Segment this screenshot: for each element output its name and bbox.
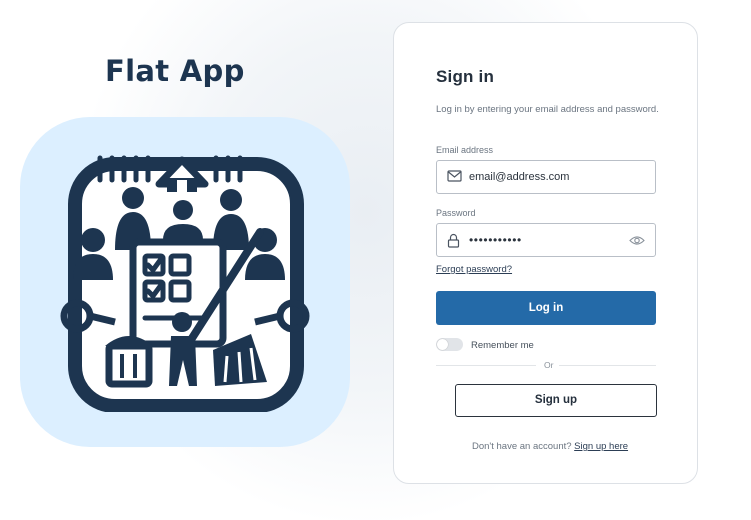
envelope-icon — [447, 170, 462, 182]
eye-icon[interactable] — [629, 235, 645, 246]
password-value: ••••••••••• — [469, 233, 522, 247]
password-label: Password — [436, 208, 476, 218]
lock-icon — [447, 233, 460, 248]
signup-footer: Don't have an account? Sign up here — [472, 441, 628, 452]
remember-me-label: Remember me — [471, 340, 534, 351]
divider-right — [559, 365, 656, 366]
signin-title: Sign in — [436, 67, 495, 86]
app-logo-icon — [60, 155, 310, 412]
signin-subtitle: Log in by entering your email address an… — [436, 104, 659, 115]
footer-text: Don't have an account? — [472, 441, 572, 452]
email-label: Email address — [436, 145, 494, 155]
signin-card: Sign in Log in by entering your email ad… — [393, 22, 698, 484]
divider-text: Or — [544, 360, 554, 370]
forgot-password-link[interactable]: Forgot password? — [436, 264, 512, 275]
trash-bin-icon — [105, 336, 153, 388]
divider-left — [436, 365, 536, 366]
signup-here-link[interactable]: Sign up here — [574, 441, 628, 452]
login-button[interactable]: Log in — [436, 291, 656, 325]
email-field[interactable]: email@address.com — [436, 160, 656, 194]
signup-button[interactable]: Sign up — [455, 384, 657, 417]
app-title: Flat App — [105, 54, 245, 88]
remember-me-toggle[interactable] — [436, 338, 463, 351]
toggle-knob — [437, 339, 448, 350]
email-value: email@address.com — [469, 171, 570, 183]
password-field[interactable]: ••••••••••• — [436, 223, 656, 257]
